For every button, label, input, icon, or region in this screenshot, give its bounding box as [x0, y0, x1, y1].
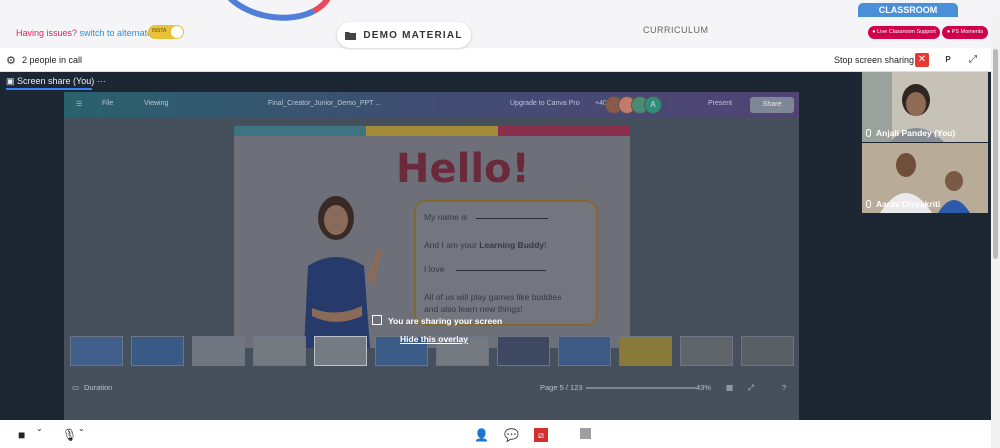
file-menu: File	[102, 100, 114, 107]
slide-thumbnail	[741, 336, 794, 366]
collaborator-avatars: A	[605, 96, 662, 114]
people-count: 2 people in call	[22, 55, 83, 65]
stop-sharing-button[interactable]: ✕	[915, 53, 929, 67]
participant-name-text: Anjali Pandey (You)	[876, 128, 956, 138]
page-indicator: Page 5 / 123	[540, 383, 583, 392]
scrollbar-thumb[interactable]	[993, 49, 998, 259]
fill-in-line	[456, 270, 546, 271]
toggle-label: INSTA	[152, 28, 167, 34]
slide-line-love: I love	[424, 264, 445, 274]
participant-name-text: Aarav Divyakriti	[876, 199, 941, 209]
slide-thumbnail	[192, 336, 245, 366]
slide-thumbnail-current	[314, 336, 367, 366]
ps-moments-button[interactable]: ● PS Moments	[942, 26, 988, 39]
slide-line-games: All of us will play games like buddies	[424, 292, 562, 302]
issues-label: Having issues?	[16, 28, 78, 38]
upgrade-link: Upgrade to Canva Pro	[510, 100, 580, 107]
folder-icon	[345, 31, 357, 40]
call-bar: ⚙ 2 people in call Stop screen sharing ✕…	[0, 50, 991, 72]
shared-canva-window: ☰ File Viewing Final_Creator_Junior_Demo…	[64, 92, 799, 420]
participant-name: Aarav Divyakriti	[866, 199, 940, 209]
background-icon[interactable]	[580, 428, 591, 439]
gear-icon[interactable]: ⚙	[6, 54, 16, 67]
participant-tile[interactable]: Aarav Divyakriti	[862, 143, 988, 213]
screen-share-label: Screen share (You)	[17, 76, 95, 86]
pin-button[interactable]: P	[941, 53, 955, 67]
bottom-controls: ■ ⌄ 🎙 ⌄ 👤 💬 ⧄	[0, 420, 991, 448]
curriculum-tab[interactable]: CURRICULUM	[643, 25, 709, 35]
slide-thumbnail	[131, 336, 184, 366]
duration-label: Duration	[84, 383, 113, 392]
slide-thumbnail	[558, 336, 611, 366]
people-icon[interactable]: 👤	[474, 428, 489, 442]
present-button: Present	[708, 100, 733, 107]
slide-canvas: Hello! My name is And I am your Learning…	[234, 126, 630, 348]
avatar-letter: A	[644, 96, 662, 114]
slide-line-buddy-b: Learning Buddy	[479, 240, 544, 250]
demo-material-button[interactable]: DEMO MATERIAL	[337, 22, 471, 48]
slide-stripes	[234, 126, 630, 136]
hide-overlay-link[interactable]: Hide this overlay	[400, 334, 468, 344]
canva-share-button: Share	[750, 97, 794, 113]
stop-sharing-label[interactable]: Stop screen sharing	[834, 55, 914, 65]
screen-icon: ▣	[6, 76, 15, 86]
screen-share-stage: ▣ Screen share (You) ··· ☰ File Viewing …	[0, 72, 991, 420]
slide-line-learn: and also learn new things!	[424, 304, 523, 314]
toggle-knob	[171, 26, 183, 38]
mic-icon	[866, 200, 871, 208]
live-support-label: Live Classroom Support	[877, 29, 936, 35]
viewing-menu: Viewing	[144, 100, 169, 107]
duration-icon: ▭	[72, 383, 80, 392]
more-options-icon[interactable]: ···	[97, 76, 106, 86]
share-screen-icon	[372, 315, 382, 325]
live-support-button[interactable]: ● Live Classroom Support	[868, 26, 940, 39]
page-scrollbar[interactable]	[991, 15, 1000, 448]
insta-toggle[interactable]: INSTA	[148, 25, 184, 39]
zoom-slider	[586, 387, 696, 389]
stop-share-icon[interactable]: ⧄	[534, 428, 548, 442]
canva-footer: ▭ Duration Page 5 / 123 43% ▦ ⤢ ?	[64, 378, 799, 398]
demo-material-label: DEMO MATERIAL	[363, 29, 463, 41]
slide-line-name: My name is	[424, 212, 468, 222]
doc-title: Final_Creator_Junior_Demo_PPT ...	[268, 100, 382, 107]
slide-thumbnail	[619, 336, 672, 366]
classroom-tab[interactable]: CLASSROOM	[858, 3, 958, 17]
slide-thumbnail	[680, 336, 733, 366]
zoom-level: 43%	[696, 383, 712, 392]
chevron-down-icon[interactable]: ⌄	[36, 424, 43, 433]
microphone-icon[interactable]: 🎙	[62, 428, 77, 442]
slide-line-buddy-a: And I am your	[424, 240, 477, 250]
chevron-down-icon[interactable]: ⌄	[78, 424, 85, 433]
hamburger-icon: ☰	[76, 101, 83, 108]
participant-tile[interactable]: Anjali Pandey (You)	[862, 72, 988, 142]
expand-icon[interactable]: ⤢	[966, 53, 980, 67]
slide-thumbnail	[70, 336, 123, 366]
help-icon: ?	[782, 383, 787, 392]
tab-underline	[6, 88, 92, 90]
canva-toolbar	[64, 92, 799, 118]
slide-line-buddy-c: !	[544, 240, 547, 250]
top-header: Having issues? switch to alternate room …	[0, 0, 1000, 48]
slide-thumbnail	[253, 336, 306, 366]
mic-icon	[866, 129, 871, 137]
chat-icon[interactable]: 💬	[504, 428, 519, 442]
fill-in-line	[476, 218, 548, 219]
fullscreen-icon: ⤢	[748, 383, 754, 392]
camera-icon[interactable]: ■	[18, 428, 25, 442]
participant-name: Anjali Pandey (You)	[866, 128, 955, 138]
ps-moments-label: PS Moments	[951, 29, 984, 35]
grid-view-icon: ▦	[726, 383, 734, 392]
slide-heading: Hello!	[396, 146, 530, 192]
screen-share-tab[interactable]: ▣ Screen share (You) ···	[6, 76, 106, 87]
close-icon: ✕	[917, 54, 927, 65]
slide-line-buddy: And I am your Learning Buddy!	[424, 240, 546, 250]
slide-thumbnail	[497, 336, 550, 366]
sharing-message: You are sharing your screen	[388, 316, 503, 326]
